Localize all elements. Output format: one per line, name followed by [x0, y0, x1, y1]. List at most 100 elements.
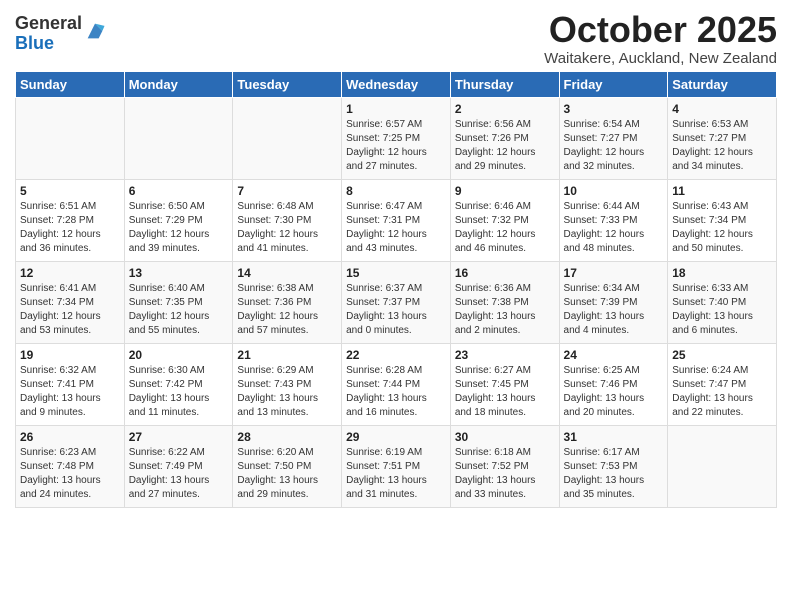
day-info: Sunrise: 6:37 AM Sunset: 7:37 PM Dayligh…: [346, 282, 446, 338]
day-number: 31: [564, 430, 664, 444]
day-cell: 10 Sunrise: 6:44 AM Sunset: 7:33 PM Dayli…: [559, 179, 668, 261]
day-cell: 31 Sunrise: 6:17 AM Sunset: 7:53 PM Dayli…: [559, 425, 668, 507]
day-cell: 20Sunrise: 6:30 AM Sunset: 7:42 PM Dayli…: [124, 343, 233, 425]
week-row-1: 5 Sunrise: 6:51 AM Sunset: 7:28 PM Daylig…: [16, 179, 777, 261]
day-number: 2: [455, 102, 555, 116]
day-cell: 15 Sunrise: 6:37 AM Sunset: 7:37 PM Dayli…: [342, 261, 451, 343]
day-number: 26: [20, 430, 120, 444]
day-info: Sunrise: 6:22 AM Sunset: 7:49 PM Dayligh…: [129, 446, 229, 502]
day-info: Sunrise: 6:40 AM Sunset: 7:35 PM Dayligh…: [129, 282, 229, 338]
day-cell: 19Sunrise: 6:32 AM Sunset: 7:41 PM Dayli…: [16, 343, 125, 425]
day-cell: 8Sunrise: 6:47 AM Sunset: 7:31 PM Daylig…: [342, 179, 451, 261]
day-number: 23: [455, 348, 555, 362]
day-info: Sunrise: 6:34 AM Sunset: 7:39 PM Dayligh…: [564, 282, 664, 338]
day-cell: 27 Sunrise: 6:22 AM Sunset: 7:49 PM Dayli…: [124, 425, 233, 507]
day-cell: [668, 425, 777, 507]
day-info: Sunrise: 6:29 AM Sunset: 7:43 PM Dayligh…: [237, 364, 337, 420]
day-cell: 11 Sunrise: 6:43 AM Sunset: 7:34 PM Dayli…: [668, 179, 777, 261]
col-friday: Friday: [559, 71, 668, 97]
day-cell: 25 Sunrise: 6:24 AM Sunset: 7:47 PM Dayli…: [668, 343, 777, 425]
day-number: 16: [455, 266, 555, 280]
day-number: 15: [346, 266, 446, 280]
day-cell: 24 Sunrise: 6:25 AM Sunset: 7:46 PM Dayli…: [559, 343, 668, 425]
day-number: 27: [129, 430, 229, 444]
month-title: October 2025: [544, 10, 777, 50]
day-cell: 23 Sunrise: 6:27 AM Sunset: 7:45 PM Dayli…: [450, 343, 559, 425]
day-info: Sunrise: 6:51 AM Sunset: 7:28 PM Dayligh…: [20, 200, 120, 256]
day-number: 18: [672, 266, 772, 280]
day-cell: 9Sunrise: 6:46 AM Sunset: 7:32 PM Daylig…: [450, 179, 559, 261]
day-info: Sunrise: 6:27 AM Sunset: 7:45 PM Dayligh…: [455, 364, 555, 420]
day-info: Sunrise: 6:17 AM Sunset: 7:53 PM Dayligh…: [564, 446, 664, 502]
day-number: 29: [346, 430, 446, 444]
logo-blue: Blue: [15, 34, 82, 54]
day-cell: 28Sunrise: 6:20 AM Sunset: 7:50 PM Dayli…: [233, 425, 342, 507]
week-row-2: 12 Sunrise: 6:41 AM Sunset: 7:34 PM Dayli…: [16, 261, 777, 343]
day-cell: 5 Sunrise: 6:51 AM Sunset: 7:28 PM Daylig…: [16, 179, 125, 261]
header-row: Sunday Monday Tuesday Wednesday Thursday…: [16, 71, 777, 97]
day-info: Sunrise: 6:30 AM Sunset: 7:42 PM Dayligh…: [129, 364, 229, 420]
col-thursday: Thursday: [450, 71, 559, 97]
day-info: Sunrise: 6:50 AM Sunset: 7:29 PM Dayligh…: [129, 200, 229, 256]
logo-general: General: [15, 14, 82, 34]
day-info: Sunrise: 6:24 AM Sunset: 7:47 PM Dayligh…: [672, 364, 772, 420]
day-number: 12: [20, 266, 120, 280]
title-block: October 2025 Waitakere, Auckland, New Ze…: [544, 10, 777, 67]
day-cell: [16, 97, 125, 179]
day-info: Sunrise: 6:36 AM Sunset: 7:38 PM Dayligh…: [455, 282, 555, 338]
day-number: 8: [346, 184, 446, 198]
header: General Blue October 2025 Waitakere, Auc…: [15, 10, 777, 67]
day-number: 1: [346, 102, 446, 116]
day-info: Sunrise: 6:57 AM Sunset: 7:25 PM Dayligh…: [346, 118, 446, 174]
day-number: 24: [564, 348, 664, 362]
day-number: 14: [237, 266, 337, 280]
day-number: 13: [129, 266, 229, 280]
week-row-4: 26 Sunrise: 6:23 AM Sunset: 7:48 PM Dayli…: [16, 425, 777, 507]
day-cell: [233, 97, 342, 179]
day-info: Sunrise: 6:38 AM Sunset: 7:36 PM Dayligh…: [237, 282, 337, 338]
day-number: 4: [672, 102, 772, 116]
day-info: Sunrise: 6:56 AM Sunset: 7:26 PM Dayligh…: [455, 118, 555, 174]
day-cell: 30Sunrise: 6:18 AM Sunset: 7:52 PM Dayli…: [450, 425, 559, 507]
day-cell: 16 Sunrise: 6:36 AM Sunset: 7:38 PM Dayli…: [450, 261, 559, 343]
col-wednesday: Wednesday: [342, 71, 451, 97]
day-cell: [124, 97, 233, 179]
day-cell: 3Sunrise: 6:54 AM Sunset: 7:27 PM Daylig…: [559, 97, 668, 179]
day-info: Sunrise: 6:43 AM Sunset: 7:34 PM Dayligh…: [672, 200, 772, 256]
day-info: Sunrise: 6:41 AM Sunset: 7:34 PM Dayligh…: [20, 282, 120, 338]
day-info: Sunrise: 6:44 AM Sunset: 7:33 PM Dayligh…: [564, 200, 664, 256]
day-number: 11: [672, 184, 772, 198]
col-tuesday: Tuesday: [233, 71, 342, 97]
day-info: Sunrise: 6:25 AM Sunset: 7:46 PM Dayligh…: [564, 364, 664, 420]
day-number: 22: [346, 348, 446, 362]
day-info: Sunrise: 6:28 AM Sunset: 7:44 PM Dayligh…: [346, 364, 446, 420]
day-info: Sunrise: 6:33 AM Sunset: 7:40 PM Dayligh…: [672, 282, 772, 338]
day-cell: 22 Sunrise: 6:28 AM Sunset: 7:44 PM Dayli…: [342, 343, 451, 425]
day-number: 7: [237, 184, 337, 198]
day-number: 25: [672, 348, 772, 362]
logo: General Blue: [15, 14, 106, 54]
calendar-table: Sunday Monday Tuesday Wednesday Thursday…: [15, 71, 777, 508]
day-number: 19: [20, 348, 120, 362]
day-info: Sunrise: 6:54 AM Sunset: 7:27 PM Dayligh…: [564, 118, 664, 174]
day-cell: 17 Sunrise: 6:34 AM Sunset: 7:39 PM Dayli…: [559, 261, 668, 343]
day-number: 6: [129, 184, 229, 198]
day-cell: 12 Sunrise: 6:41 AM Sunset: 7:34 PM Dayli…: [16, 261, 125, 343]
day-number: 5: [20, 184, 120, 198]
subtitle: Waitakere, Auckland, New Zealand: [544, 50, 777, 67]
day-info: Sunrise: 6:53 AM Sunset: 7:27 PM Dayligh…: [672, 118, 772, 174]
day-number: 21: [237, 348, 337, 362]
day-info: Sunrise: 6:19 AM Sunset: 7:51 PM Dayligh…: [346, 446, 446, 502]
week-row-3: 19Sunrise: 6:32 AM Sunset: 7:41 PM Dayli…: [16, 343, 777, 425]
day-info: Sunrise: 6:23 AM Sunset: 7:48 PM Dayligh…: [20, 446, 120, 502]
col-sunday: Sunday: [16, 71, 125, 97]
day-info: Sunrise: 6:20 AM Sunset: 7:50 PM Dayligh…: [237, 446, 337, 502]
day-cell: 2 Sunrise: 6:56 AM Sunset: 7:26 PM Daylig…: [450, 97, 559, 179]
col-saturday: Saturday: [668, 71, 777, 97]
day-info: Sunrise: 6:48 AM Sunset: 7:30 PM Dayligh…: [237, 200, 337, 256]
day-cell: 7 Sunrise: 6:48 AM Sunset: 7:30 PM Daylig…: [233, 179, 342, 261]
day-number: 17: [564, 266, 664, 280]
day-cell: 6 Sunrise: 6:50 AM Sunset: 7:29 PM Daylig…: [124, 179, 233, 261]
day-number: 10: [564, 184, 664, 198]
day-number: 9: [455, 184, 555, 198]
